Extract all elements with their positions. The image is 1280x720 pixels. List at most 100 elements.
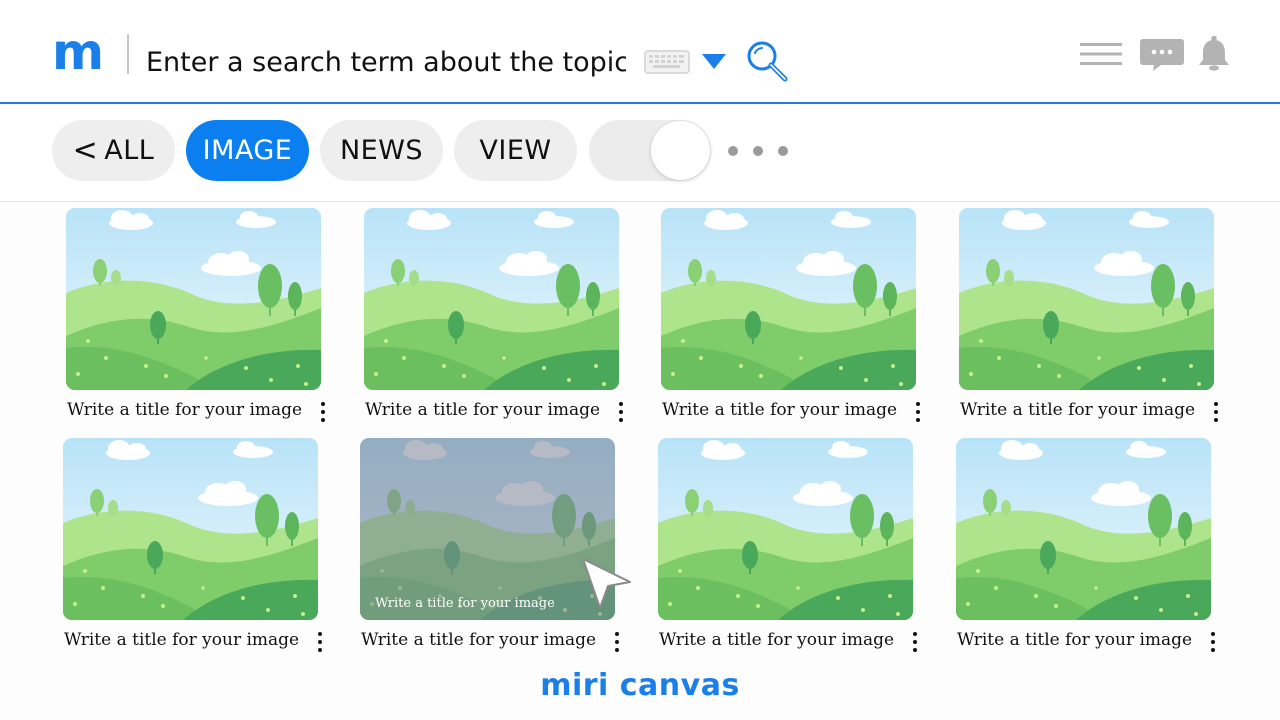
result-caption-row: Write a title for your image (658, 630, 928, 660)
landscape-image (66, 208, 321, 390)
result-image[interactable] (658, 438, 913, 620)
kebab-dot (1211, 632, 1215, 636)
tab-all-label: ALL (104, 135, 155, 166)
kebab-dot (615, 648, 619, 652)
more-vertical-icon[interactable] (319, 402, 327, 422)
more-options-button[interactable] (728, 142, 788, 160)
result-image[interactable] (661, 208, 916, 390)
result-title[interactable]: Write a title for your image (662, 400, 897, 420)
toggle-knob (651, 121, 710, 180)
chat-bubble-icon[interactable] (1139, 38, 1185, 76)
more-vertical-icon[interactable] (914, 402, 922, 422)
tab-all-chevron: < (72, 133, 99, 168)
kebab-dot (318, 640, 322, 644)
result-title[interactable]: Write a title for your image (361, 630, 596, 650)
result-image[interactable] (364, 208, 619, 390)
kebab-dot (913, 648, 917, 652)
kebab-dot (321, 418, 325, 422)
result-image[interactable] (956, 438, 1211, 620)
result-title[interactable]: Write a title for your image (67, 400, 302, 420)
kebab-dot (1214, 410, 1218, 414)
more-dot (753, 146, 763, 156)
tab-all[interactable]: < ALL (52, 120, 175, 181)
search-input[interactable] (146, 40, 626, 84)
result-image[interactable] (66, 208, 321, 390)
filter-tab-bar: < ALL IMAGE NEWS VIEW (0, 106, 1280, 202)
result-caption-row: Write a title for your image (661, 400, 931, 430)
search-icon[interactable] (744, 38, 790, 88)
tab-image-label: IMAGE (202, 135, 293, 166)
result-image[interactable]: Write a title for your image (360, 438, 615, 620)
kebab-dot (916, 410, 920, 414)
result-card: Write a title for your image (364, 208, 634, 430)
tab-view-label: VIEW (479, 135, 552, 166)
kebab-dot (1214, 402, 1218, 406)
result-card: Write a title for your image (956, 438, 1226, 660)
result-title[interactable]: Write a title for your image (957, 630, 1192, 650)
tab-image[interactable]: IMAGE (186, 120, 309, 181)
kebab-dot (916, 402, 920, 406)
bell-icon[interactable] (1197, 35, 1231, 75)
kebab-dot (913, 640, 917, 644)
kebab-dot (1211, 640, 1215, 644)
top-header: m (0, 0, 1280, 104)
result-title[interactable]: Write a title for your image (960, 400, 1195, 420)
landscape-image (658, 438, 913, 620)
kebab-dot (318, 632, 322, 636)
chevron-down-icon[interactable] (700, 52, 728, 76)
result-card: Write a title for your image (959, 208, 1229, 430)
result-card-hovered: Write a title for your image Write a tit… (360, 438, 630, 660)
tab-view[interactable]: VIEW (454, 120, 577, 181)
logo-divider (127, 34, 129, 74)
landscape-image (661, 208, 916, 390)
result-caption-row: Write a title for your image (364, 400, 634, 430)
app-logo[interactable]: m (52, 22, 104, 82)
result-image[interactable] (959, 208, 1214, 390)
kebab-dot (1214, 418, 1218, 422)
result-caption-row: Write a title for your image (360, 630, 630, 660)
landscape-image (63, 438, 318, 620)
kebab-dot (619, 410, 623, 414)
kebab-dot (318, 648, 322, 652)
result-title[interactable]: Write a title for your image (64, 630, 299, 650)
mouse-pointer-icon (580, 556, 634, 616)
result-card: Write a title for your image (661, 208, 931, 430)
kebab-dot (619, 402, 623, 406)
kebab-dot (321, 410, 325, 414)
keyboard-icon[interactable] (644, 50, 690, 78)
kebab-dot (321, 402, 325, 406)
more-vertical-icon[interactable] (613, 632, 621, 652)
kebab-dot (1211, 648, 1215, 652)
tab-news[interactable]: NEWS (320, 120, 443, 181)
more-vertical-icon[interactable] (911, 632, 919, 652)
result-caption-row: Write a title for your image (66, 400, 336, 430)
hamburger-menu-icon[interactable] (1080, 42, 1122, 70)
more-vertical-icon[interactable] (1212, 402, 1220, 422)
result-card: Write a title for your image (63, 438, 333, 660)
result-caption-row: Write a title for your image (63, 630, 333, 660)
kebab-dot (916, 418, 920, 422)
result-caption-row: Write a title for your image (956, 630, 1226, 660)
result-image[interactable] (63, 438, 318, 620)
landscape-image (959, 208, 1214, 390)
more-dot (778, 146, 788, 156)
more-vertical-icon[interactable] (316, 632, 324, 652)
kebab-dot (619, 418, 623, 422)
landscape-image (956, 438, 1211, 620)
kebab-dot (913, 632, 917, 636)
tab-news-label: NEWS (339, 135, 424, 166)
result-title[interactable]: Write a title for your image (659, 630, 894, 650)
more-vertical-icon[interactable] (1209, 632, 1217, 652)
hover-overlay-title: Write a title for your image (375, 596, 555, 611)
kebab-dot (615, 632, 619, 636)
brand-wordmark: miri canvas (540, 668, 740, 703)
result-card: Write a title for your image (658, 438, 928, 660)
toggle-switch[interactable] (589, 120, 711, 181)
result-card: Write a title for your image (66, 208, 336, 430)
more-dot (728, 146, 738, 156)
result-title[interactable]: Write a title for your image (365, 400, 600, 420)
more-vertical-icon[interactable] (617, 402, 625, 422)
result-caption-row: Write a title for your image (959, 400, 1229, 430)
kebab-dot (615, 640, 619, 644)
landscape-image (364, 208, 619, 390)
